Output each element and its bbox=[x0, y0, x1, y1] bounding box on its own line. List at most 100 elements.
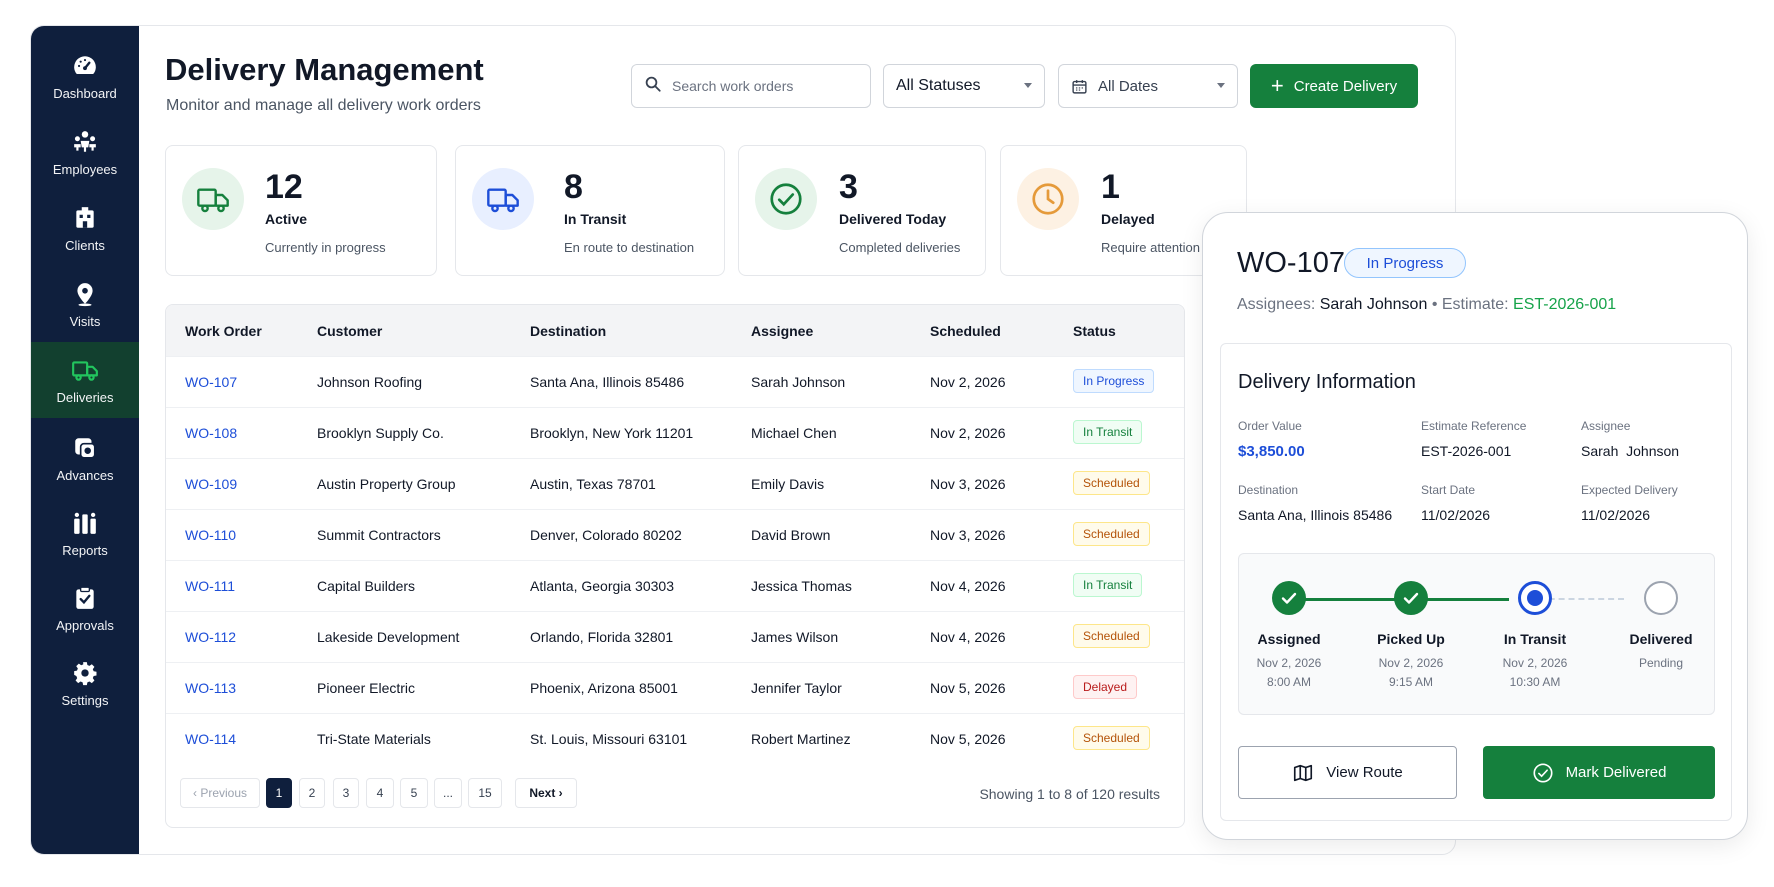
customer-cell: Tri-State Materials bbox=[317, 731, 431, 747]
status-filter-value: All Statuses bbox=[896, 77, 981, 94]
estimate-link[interactable]: EST-2026-001 bbox=[1513, 296, 1616, 313]
step-name: Picked Up bbox=[1377, 631, 1445, 647]
table-row[interactable]: WO-108 Brooklyn Supply Co. Brooklyn, New Y… bbox=[166, 407, 1184, 458]
customer-cell: Austin Property Group bbox=[317, 476, 456, 492]
sidebar-item-settings[interactable]: Settings bbox=[31, 645, 139, 721]
work-order-link[interactable]: WO-114 bbox=[185, 731, 236, 747]
page-button[interactable]: 2 bbox=[299, 778, 325, 808]
view-route-label: View Route bbox=[1326, 764, 1403, 781]
work-order-link[interactable]: WO-107 bbox=[185, 374, 237, 390]
stat-value: 3 bbox=[839, 168, 858, 206]
field-value: EST-2026-001 bbox=[1421, 443, 1512, 459]
next-page-button[interactable]: Next › bbox=[515, 778, 577, 808]
mark-delivered-button[interactable]: Mark Delivered bbox=[1483, 746, 1715, 799]
assignee-cell: Emily Davis bbox=[751, 476, 825, 492]
map-pin-icon bbox=[71, 280, 99, 308]
date-filter-select[interactable]: All Dates bbox=[1058, 64, 1238, 108]
column-header-assignee[interactable]: Assignee bbox=[751, 323, 813, 339]
sidebar-item-reports[interactable]: Reports bbox=[31, 495, 139, 571]
step-name: In Transit bbox=[1503, 631, 1567, 647]
sidebar-item-dashboard[interactable]: Dashboard bbox=[31, 38, 139, 114]
stat-label: Delivered Today bbox=[839, 211, 947, 227]
gear-icon bbox=[71, 659, 99, 687]
field-label: Expected Delivery bbox=[1581, 483, 1678, 497]
destination-cell: Phoenix, Arizona 85001 bbox=[530, 680, 678, 696]
work-order-link[interactable]: WO-112 bbox=[185, 629, 236, 645]
scheduled-cell: Nov 4, 2026 bbox=[930, 578, 1006, 594]
customer-cell: Brooklyn Supply Co. bbox=[317, 425, 444, 441]
truck-icon bbox=[487, 188, 519, 213]
assignee-cell: Jessica Thomas bbox=[751, 578, 852, 594]
customer-cell: Capital Builders bbox=[317, 578, 416, 594]
work-order-link[interactable]: WO-110 bbox=[185, 527, 236, 543]
table-row[interactable]: WO-109 Austin Property Group Austin, Texas… bbox=[166, 458, 1184, 509]
date-filter-value: All Dates bbox=[1098, 77, 1159, 95]
status-filter-select[interactable]: All Statuses bbox=[883, 64, 1045, 108]
field-value: Santa Ana, Illinois 85486 bbox=[1238, 507, 1393, 523]
sidebar-item-label: Approvals bbox=[56, 617, 114, 633]
status-badge: Scheduled bbox=[1073, 522, 1150, 546]
create-delivery-button[interactable]: + Create Delivery bbox=[1250, 64, 1418, 108]
column-header-destination[interactable]: Destination bbox=[530, 323, 606, 339]
table-row[interactable]: WO-107 Johnson Roofing Santa Ana, Illinois… bbox=[166, 356, 1184, 407]
sidebar-item-label: Visits bbox=[69, 313, 101, 329]
scheduled-cell: Nov 5, 2026 bbox=[930, 680, 1006, 696]
customer-cell: Johnson Roofing bbox=[317, 374, 423, 390]
order-value-field: Order Value $3,850.00 bbox=[1238, 419, 1305, 460]
page-button[interactable]: 4 bbox=[366, 778, 394, 808]
start-date-field: Start Date 11/02/2026 bbox=[1421, 483, 1490, 523]
page-subtitle: Monitor and manage all delivery work ord… bbox=[166, 97, 481, 114]
table-row[interactable]: WO-113 Pioneer Electric Phoenix, Arizona 8… bbox=[166, 662, 1184, 713]
work-order-link[interactable]: WO-111 bbox=[185, 578, 235, 594]
meta-separator: • bbox=[1431, 296, 1438, 313]
destination-field: Destination Santa Ana, Illinois 85486 bbox=[1238, 483, 1392, 523]
create-delivery-label: Create Delivery bbox=[1293, 77, 1398, 95]
column-header-customer[interactable]: Customer bbox=[317, 323, 382, 339]
status-badge: In Progress bbox=[1344, 248, 1466, 278]
assignee-cell: Jennifer Taylor bbox=[751, 680, 842, 696]
sidebar-item-approvals[interactable]: Approvals bbox=[31, 570, 139, 646]
table-row[interactable]: WO-111 Capital Builders Atlanta, Georgia 3… bbox=[166, 560, 1184, 611]
table-header: Work Order Customer Destination Assignee… bbox=[166, 305, 1184, 356]
page-button[interactable]: 5 bbox=[400, 778, 428, 808]
table-row[interactable]: WO-112 Lakeside Development Orlando, Flori… bbox=[166, 611, 1184, 662]
page-button[interactable]: 1 bbox=[266, 778, 292, 808]
step-complete-icon bbox=[1394, 581, 1428, 615]
column-header-status[interactable]: Status bbox=[1073, 323, 1116, 339]
step-time: Nov 2, 2026 10:30 AM bbox=[1502, 656, 1568, 689]
column-header-scheduled[interactable]: Scheduled bbox=[930, 323, 1001, 339]
status-badge: Scheduled bbox=[1073, 624, 1150, 648]
search-input[interactable] bbox=[672, 78, 862, 94]
map-icon bbox=[1292, 762, 1314, 784]
estimate-reference-field: Estimate Reference EST-2026-001 bbox=[1421, 419, 1526, 459]
sidebar-item-clients[interactable]: Clients bbox=[31, 190, 139, 266]
page-button[interactable]: 15 bbox=[468, 778, 502, 808]
column-header-work-order[interactable]: Work Order bbox=[185, 323, 262, 339]
calendar-icon bbox=[1071, 78, 1088, 95]
sidebar-item-visits[interactable]: Visits bbox=[31, 266, 139, 342]
stat-label: In Transit bbox=[564, 211, 627, 227]
field-label: Estimate Reference bbox=[1421, 419, 1527, 433]
work-order-link[interactable]: WO-109 bbox=[185, 476, 237, 492]
view-route-button[interactable]: View Route bbox=[1238, 746, 1457, 799]
step-complete-icon bbox=[1272, 581, 1306, 615]
section-title: Delivery Information bbox=[1238, 371, 1416, 393]
work-order-link[interactable]: WO-108 bbox=[185, 425, 237, 441]
chevron-down-icon bbox=[1024, 83, 1032, 88]
table-row[interactable]: WO-110 Summit Contractors Denver, Colorado… bbox=[166, 509, 1184, 560]
search-box[interactable] bbox=[631, 64, 871, 108]
field-value: 11/02/2026 bbox=[1581, 507, 1651, 523]
sidebar-item-employees[interactable]: Employees bbox=[31, 114, 139, 190]
work-order-link[interactable]: WO-113 bbox=[185, 680, 236, 696]
page-button[interactable]: 3 bbox=[333, 778, 359, 808]
truck-icon bbox=[71, 356, 99, 384]
assignees-value: Sarah Johnson bbox=[1319, 296, 1428, 313]
field-value: $3,850.00 bbox=[1238, 443, 1305, 460]
table-row[interactable]: WO-114 Tri-State Materials St. Louis, Miss… bbox=[166, 713, 1184, 764]
stat-value: 8 bbox=[564, 168, 583, 206]
status-badge: Scheduled bbox=[1073, 471, 1150, 495]
sidebar-item-deliveries[interactable]: Deliveries bbox=[31, 342, 139, 418]
page-ellipsis: ... bbox=[434, 778, 462, 808]
sidebar-item-advances[interactable]: Advances bbox=[31, 420, 139, 496]
previous-page-button[interactable]: ‹ Previous bbox=[180, 778, 260, 808]
